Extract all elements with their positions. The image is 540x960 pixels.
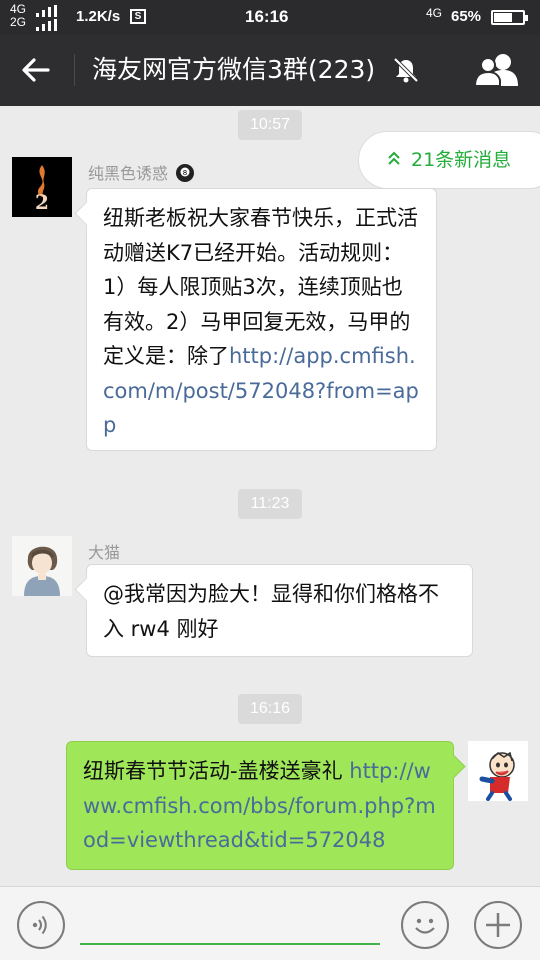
s-notification-icon: S <box>130 9 146 24</box>
signal-icon-2 <box>36 19 57 31</box>
signal-icon <box>36 5 57 17</box>
svg-text:2: 2 <box>35 190 49 214</box>
timestamp: 11:23 <box>238 489 302 519</box>
message-text: 纽斯春节节活动-盖楼送豪礼 <box>83 759 350 783</box>
sender-name-text: 纯黑色诱惑 <box>88 164 169 183</box>
emoji-button[interactable] <box>401 901 449 949</box>
header-divider <box>74 54 75 86</box>
mute-bell-icon <box>393 57 419 83</box>
svg-text:8: 8 <box>183 169 187 177</box>
timestamp: 10:57 <box>238 110 302 140</box>
avatar-logo-icon: 2 <box>12 157 72 217</box>
voice-icon <box>32 915 47 935</box>
message-text: @我常因为脸大！显得和你们格格不入 rw4 刚好 <box>103 582 439 641</box>
avatar-boy-icon <box>12 536 72 596</box>
network-bottom-label: 2G <box>10 15 27 29</box>
more-button[interactable] <box>474 901 522 949</box>
8-ball-icon: 8 <box>176 164 195 182</box>
net-type-label: 4G <box>426 6 443 20</box>
new-messages-button[interactable]: 21条新消息 <box>358 131 540 189</box>
sender-name: 纯黑色诱惑 8 <box>88 160 195 184</box>
battery-icon <box>491 10 528 25</box>
timestamp: 16:16 <box>238 694 302 724</box>
group-members-icon[interactable] <box>474 50 520 90</box>
plus-icon <box>486 913 510 937</box>
voice-button[interactable] <box>17 901 65 949</box>
avatar-cartoon-icon <box>468 741 528 801</box>
status-bar: 4G 2G 1.2K/s S 16:16 4G 65% <box>0 0 540 34</box>
network-speed: 1.2K/s <box>76 8 121 25</box>
new-messages-label: 21条新消息 <box>411 149 512 171</box>
status-time: 16:16 <box>245 7 289 26</box>
avatar[interactable]: 2 <box>12 157 72 217</box>
message-bubble-outgoing[interactable]: 纽斯春节节活动-盖楼送豪礼 http://www.cmfish.com/bbs/… <box>66 741 454 870</box>
message-input[interactable] <box>80 905 380 945</box>
chat-header: 海友网官方微信3群(223) <box>0 34 540 106</box>
input-bar <box>0 886 540 960</box>
double-chevron-up-icon <box>388 151 400 165</box>
battery-percent: 65% <box>451 8 482 25</box>
chat-title: 海友网官方微信3群(223) <box>92 55 376 84</box>
message-bubble[interactable]: @我常因为脸大！显得和你们格格不入 rw4 刚好 <box>86 564 473 657</box>
network-labels: 4G 2G <box>10 3 26 29</box>
avatar[interactable] <box>12 536 72 596</box>
back-arrow-icon[interactable] <box>18 52 54 88</box>
message-bubble[interactable]: 纽斯老板祝大家春节快乐，正式活动赠送K7已经开始。活动规则：1）每人限顶贴3次，… <box>86 188 437 451</box>
emoji-icon <box>415 918 435 934</box>
my-avatar[interactable] <box>468 741 528 801</box>
sender-name: 大猫 <box>88 543 121 562</box>
